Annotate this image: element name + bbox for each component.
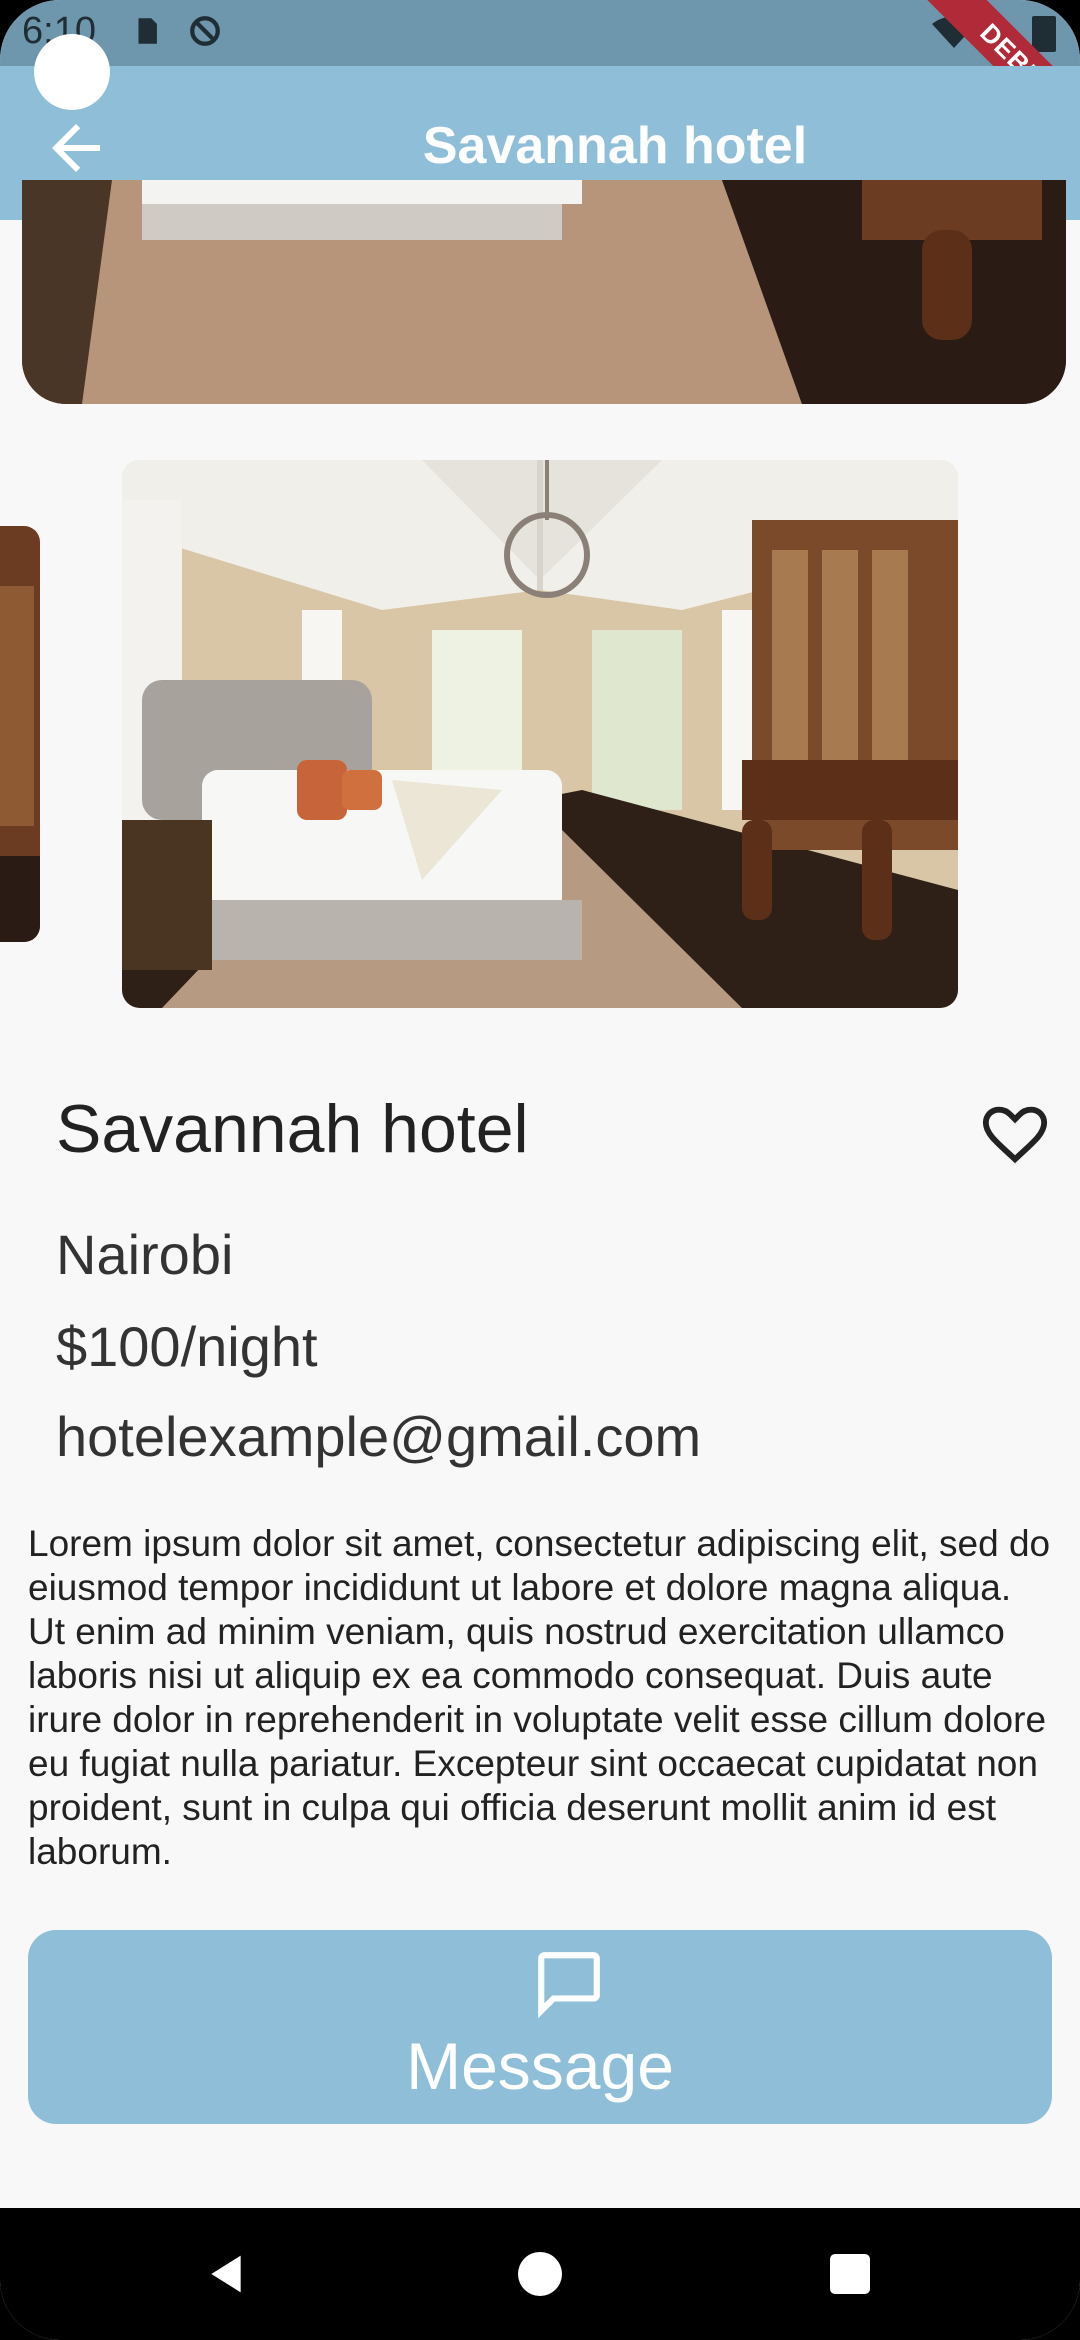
- bedroom-photo: [0, 526, 40, 942]
- screen: 6:10 DEBUG Savannah hotel Savannah hotel…: [0, 0, 1080, 2340]
- heart-outline-icon[interactable]: [980, 1098, 1050, 1168]
- nav-back-icon[interactable]: [204, 2252, 248, 2296]
- hotel-name: Savannah hotel: [56, 1091, 529, 1167]
- nav-recents-icon[interactable]: [830, 2254, 870, 2294]
- hotel-description: Lorem ipsum dolor sit amet, consectetur …: [28, 1523, 1051, 1872]
- status-bar: 6:10 DEBUG: [0, 0, 1080, 170]
- hotel-email: hotelexample@gmail.com: [56, 1405, 702, 1468]
- app-title: Savannah hotel: [422, 117, 808, 175]
- bedroom-photo: [122, 460, 958, 1008]
- camera-cutout: [34, 34, 110, 110]
- message-button[interactable]: Message: [28, 1930, 1052, 2124]
- hotel-photo-main[interactable]: [122, 460, 958, 1008]
- hotel-photo-prev[interactable]: [0, 526, 40, 942]
- hotel-price: $100/night: [56, 1315, 318, 1378]
- message-button-label: Message: [406, 2029, 674, 2103]
- chat-bubble-icon: [538, 1952, 600, 2019]
- no-disturb-icon: [190, 16, 220, 46]
- system-nav-bar: [0, 2208, 1080, 2340]
- sd-card-icon: [138, 18, 157, 44]
- hotel-city: Nairobi: [56, 1223, 234, 1286]
- hotel-photo-top[interactable]: [22, 180, 1066, 404]
- nav-home-icon[interactable]: [518, 2252, 562, 2296]
- bedroom-photo: [22, 180, 1066, 404]
- battery-icon: [1032, 16, 1056, 52]
